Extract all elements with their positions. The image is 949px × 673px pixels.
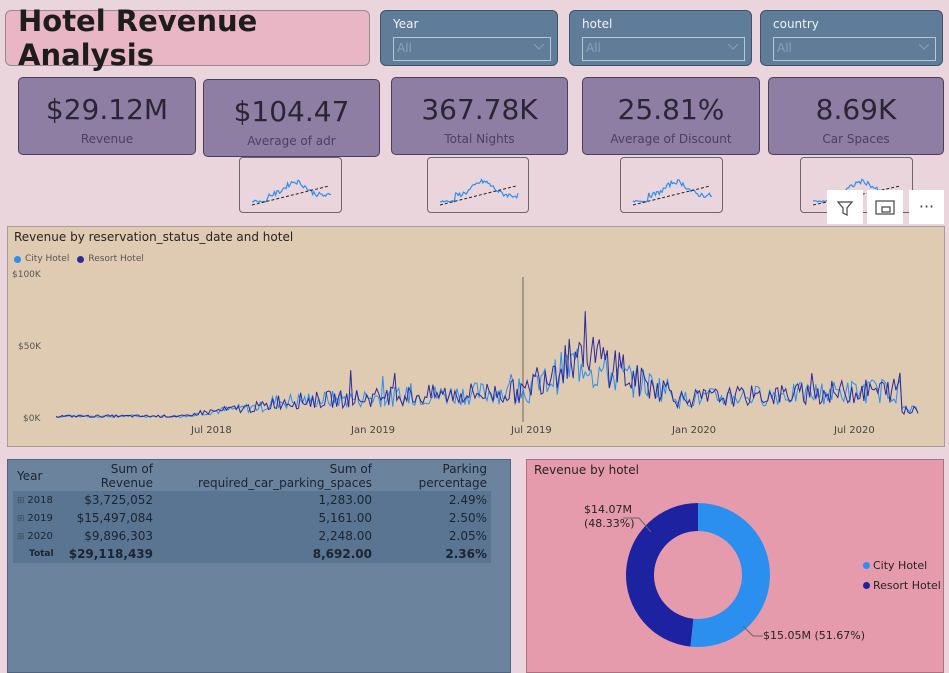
chevron-down-icon xyxy=(534,44,544,50)
row-percentage: 2.49% xyxy=(448,493,487,507)
revenue-table-visual[interactable]: Year Sum of Revenue Sum of required_car_… xyxy=(7,459,511,673)
kpi-value: $104.47 xyxy=(233,95,350,128)
donut-legend-resort[interactable]: Resort Hotel xyxy=(863,579,941,592)
kpi-card-adr[interactable]: $104.47 Average of adr xyxy=(203,79,380,157)
table-total-row: Total $29,118,439 8,692.00 2.36% xyxy=(13,545,491,563)
year-dropdown[interactable]: All xyxy=(393,37,551,61)
year-slicer-label: Year xyxy=(393,17,419,31)
legend-label: City Hotel xyxy=(873,559,928,572)
visual-header-toolbar: ··· xyxy=(827,190,944,224)
kpi-card-discount[interactable]: 25.81% Average of Discount xyxy=(582,77,760,155)
legend-dot-city xyxy=(863,562,870,569)
kpi-caption: Car Spaces xyxy=(822,132,890,146)
row-percentage: 2.50% xyxy=(448,511,487,525)
total-label: Total xyxy=(29,549,54,559)
kpi-card-revenue[interactable]: $29.12M Revenue xyxy=(18,77,196,155)
sparkline-nights[interactable] xyxy=(427,157,529,213)
sparkline-chart xyxy=(439,178,519,206)
row-year: 2020 xyxy=(27,530,53,542)
chevron-down-icon xyxy=(728,44,738,50)
country-slicer[interactable]: country All xyxy=(760,10,943,66)
sparkline-series xyxy=(251,179,332,203)
row-revenue: $3,725,052 xyxy=(84,493,153,507)
row-revenue: $15,497,084 xyxy=(76,511,153,525)
expand-icon[interactable]: ⊞ xyxy=(17,514,27,524)
column-header[interactable]: Sum of Revenue xyxy=(59,461,157,491)
hotel-slicer-label: hotel xyxy=(582,17,613,31)
hotel-dropdown[interactable]: All xyxy=(582,37,745,61)
hotel-dropdown-value: All xyxy=(586,41,601,55)
year-slicer[interactable]: Year All xyxy=(380,10,558,66)
hotel-slicer[interactable]: hotel All xyxy=(569,10,752,66)
row-parking: 1,283.00 xyxy=(318,493,372,507)
sparkline-chart xyxy=(251,179,332,206)
row-parking: 2,248.00 xyxy=(318,529,372,543)
revenue-line-chart[interactable]: Revenue by reservation_status_date and h… xyxy=(7,226,945,447)
table-row[interactable]: ⊞ 2020 $9,896,303 2,248.00 2.05% xyxy=(13,527,491,545)
resort-hotel-slice[interactable] xyxy=(626,503,698,647)
column-header[interactable]: Sum of required_car_parking_spaces xyxy=(157,461,376,491)
expand-icon[interactable]: ⊞ xyxy=(17,532,27,542)
sparkline-series xyxy=(439,178,519,203)
row-parking: 5,161.00 xyxy=(318,511,372,525)
table-row[interactable]: ⊞ 2018 $3,725,052 1,283.00 2.49% xyxy=(13,491,491,509)
line-chart-plot xyxy=(55,277,919,422)
kpi-value: 367.78K xyxy=(421,93,538,126)
total-parking: 8,692.00 xyxy=(312,547,372,561)
row-year: 2018 xyxy=(27,494,53,506)
kpi-caption: Average of adr xyxy=(247,134,336,148)
city-hotel-slice[interactable] xyxy=(690,503,770,647)
city-hotel-series-line xyxy=(55,348,919,419)
more-options-button[interactable]: ··· xyxy=(909,190,944,224)
filter-icon xyxy=(836,201,854,216)
kpi-caption: Total Nights xyxy=(444,132,515,146)
legend-dot-resort xyxy=(863,582,870,589)
legend-label: Resort Hotel xyxy=(873,579,941,592)
filter-button[interactable] xyxy=(827,190,863,224)
sparkline-chart xyxy=(632,178,712,206)
kpi-card-car-spaces[interactable]: 8.69K Car Spaces xyxy=(768,77,944,155)
kpi-card-nights[interactable]: 367.78K Total Nights xyxy=(391,77,568,155)
kpi-value: 25.81% xyxy=(617,93,725,126)
focus-mode-button[interactable] xyxy=(867,190,903,224)
kpi-value: 8.69K xyxy=(815,93,897,126)
report-title: Hotel Revenue Analysis xyxy=(18,4,258,72)
row-year: 2019 xyxy=(27,512,53,524)
resort-slice-value: $14.07M xyxy=(584,503,632,516)
revenue-by-hotel-chart[interactable]: Revenue by hotel $14.07M (48.33%) $15.05… xyxy=(526,459,944,673)
country-dropdown[interactable]: All xyxy=(773,37,936,61)
report-title-box: Hotel Revenue Analysis xyxy=(5,4,370,72)
table-header-row: Year Sum of Revenue Sum of required_car_… xyxy=(13,461,491,491)
table-row[interactable]: ⊞ 2019 $15,497,084 5,161.00 2.50% xyxy=(13,509,491,527)
sparkline-series xyxy=(632,178,712,203)
sparkline-discount[interactable] xyxy=(620,157,723,213)
country-slicer-label: country xyxy=(773,17,819,31)
row-revenue: $9,896,303 xyxy=(84,529,153,543)
year-dropdown-value: All xyxy=(397,41,412,55)
row-percentage: 2.05% xyxy=(448,529,487,543)
kpi-value: $29.12M xyxy=(45,93,169,126)
expand-icon[interactable]: ⊞ xyxy=(17,496,27,506)
city-slice-label: $15.05M (51.67%) xyxy=(763,629,866,642)
total-revenue: $29,118,439 xyxy=(68,547,153,561)
revenue-table: Year Sum of Revenue Sum of required_car_… xyxy=(13,461,491,563)
column-header[interactable]: Year xyxy=(13,461,59,491)
chevron-down-icon xyxy=(919,44,929,50)
kpi-caption: Average of Discount xyxy=(610,132,732,146)
total-percentage: 2.36% xyxy=(445,547,487,561)
resort-slice-percent: (48.33%) xyxy=(584,517,635,530)
column-header[interactable]: Parking percentage xyxy=(376,461,491,491)
donut-legend-city[interactable]: City Hotel xyxy=(863,559,927,572)
sparkline-adr[interactable] xyxy=(239,157,342,213)
country-dropdown-value: All xyxy=(777,41,792,55)
kpi-caption: Revenue xyxy=(80,132,134,146)
resort-slice-label: $14.07M (48.33%) xyxy=(584,503,635,531)
focus-mode-icon xyxy=(875,200,895,215)
